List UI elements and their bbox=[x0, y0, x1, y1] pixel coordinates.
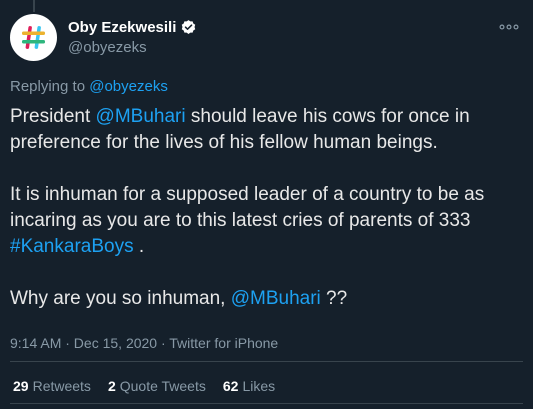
tweet-text-segment: President bbox=[10, 106, 96, 127]
quote-tweets-count: 2 bbox=[107, 378, 116, 394]
mention-link[interactable]: @MBuhari bbox=[231, 288, 321, 309]
author-handle[interactable]: @obyezeks bbox=[68, 39, 197, 56]
likes-count: 62 bbox=[222, 378, 239, 394]
hashtag-logo-icon bbox=[22, 26, 45, 49]
quote-tweets-stat[interactable]: 2 Quote Tweets bbox=[108, 378, 206, 394]
divider bbox=[10, 361, 523, 362]
tweet-text-segment: Why are you so inhuman, bbox=[10, 288, 231, 309]
mention-link[interactable]: @MBuhari bbox=[96, 106, 186, 127]
retweets-label: Retweets bbox=[32, 378, 91, 394]
replying-prefix: Replying to bbox=[10, 78, 86, 95]
hashtag-link[interactable]: #KankaraBoys bbox=[10, 236, 134, 257]
tweet-text-segment: ?? bbox=[320, 288, 348, 309]
thread-connector-line bbox=[33, 0, 35, 12]
replying-to: Replying to @obyezeks bbox=[10, 78, 168, 95]
likes-label: Likes bbox=[242, 378, 276, 394]
avatar[interactable] bbox=[10, 14, 57, 61]
likes-stat[interactable]: 62 Likes bbox=[223, 378, 275, 394]
author-name[interactable]: Oby Ezekwesili bbox=[68, 19, 176, 36]
retweets-stat[interactable]: 29 Retweets bbox=[13, 378, 91, 394]
replying-mention-link[interactable]: @obyezeks bbox=[89, 78, 168, 95]
tweet-timestamp[interactable]: 9:14 AM · Dec 15, 2020 · Twitter for iPh… bbox=[10, 335, 278, 351]
engagement-stats: 29 Retweets 2 Quote Tweets 62 Likes bbox=[13, 378, 292, 394]
tweet-paragraph: President @MBuhari should leave his cows… bbox=[10, 104, 525, 156]
verified-badge-icon bbox=[182, 19, 196, 34]
tweet-paragraph: It is inhuman for a supposed leader of a… bbox=[10, 182, 525, 260]
divider bbox=[10, 403, 523, 404]
tweet-text-segment: . bbox=[133, 236, 145, 257]
author-info: Oby Ezekwesili @obyezeks bbox=[68, 17, 197, 56]
tweet-paragraph: Why are you so inhuman, @MBuhari ?? bbox=[10, 286, 525, 312]
tweet-text: President @MBuhari should leave his cows… bbox=[10, 104, 525, 312]
tweet-text-segment: It is inhuman for a supposed leader of a… bbox=[10, 184, 485, 231]
more-options-icon[interactable] bbox=[499, 22, 519, 32]
retweets-count: 29 bbox=[13, 378, 29, 394]
tweet-header: Oby Ezekwesili @obyezeks bbox=[10, 14, 523, 62]
quote-tweets-label: Quote Tweets bbox=[119, 378, 206, 394]
